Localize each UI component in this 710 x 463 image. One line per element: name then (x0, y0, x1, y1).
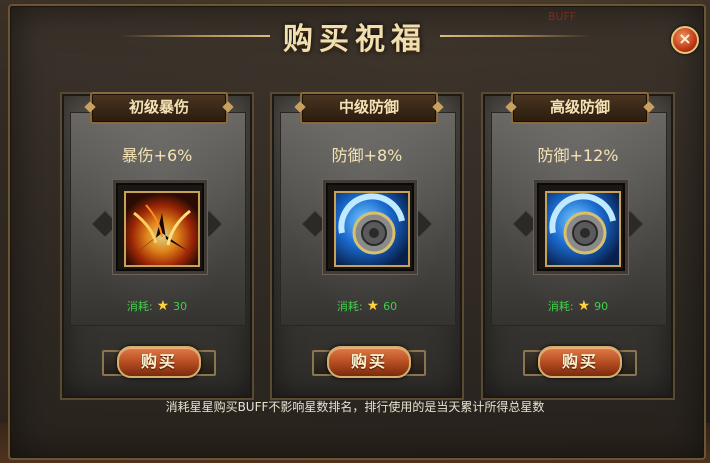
blue-shield-icon (545, 191, 621, 267)
card-icon-slot (528, 174, 628, 274)
buff-label: BUFF (548, 10, 577, 23)
card-cost: 消耗: ★ 60 (272, 298, 462, 314)
star-icon: ★ (577, 298, 591, 314)
blue-shield-icon (334, 191, 410, 267)
buff-card-defense-high: 高级防御 防御+12% 消耗: ★ 90 购买 (481, 92, 675, 400)
buy-label[interactable]: 购买 (117, 346, 201, 378)
card-cost: 消耗: ★ 30 (62, 298, 252, 314)
icon-frame (323, 180, 417, 274)
cost-value: 60 (383, 300, 398, 313)
title-bar: 购买祝福 (0, 0, 710, 70)
icon-frame (534, 180, 628, 274)
card-icon-slot (317, 174, 417, 274)
card-bonus: 防御+8% (331, 146, 403, 165)
cost-label: 消耗: (547, 300, 574, 313)
footer-note: 消耗星星购买BUFF不影响星数排名，排行使用的是当天累计所得总星数 (165, 400, 545, 414)
buy-label[interactable]: 购买 (327, 346, 411, 378)
card-bonus: 防御+12% (537, 146, 619, 165)
dialog-title: 购买祝福 (283, 22, 427, 57)
card-icon-slot (107, 174, 207, 274)
buy-button-defense-mid[interactable]: 购买 (312, 344, 426, 378)
card-cost: 消耗: ★ 90 (483, 298, 673, 314)
cost-value: 30 (173, 300, 188, 313)
close-icon: × (678, 29, 692, 48)
star-icon: ★ (156, 298, 170, 314)
cost-label: 消耗: (126, 300, 153, 313)
cost-label: 消耗: (336, 300, 363, 313)
buy-button-crit[interactable]: 购买 (102, 344, 216, 378)
card-bonus: 暴伤+6% (121, 146, 193, 165)
star-icon: ★ (366, 298, 380, 314)
card-title: 初级暴伤 (90, 92, 228, 124)
cost-value: 90 (594, 300, 609, 313)
buy-button-defense-high[interactable]: 购买 (523, 344, 637, 378)
icon-frame (113, 180, 207, 274)
card-title: 高级防御 (511, 92, 649, 124)
card-title: 中级防御 (300, 92, 438, 124)
fire-slash-icon (124, 191, 200, 267)
buff-card-crit: 初级暴伤 暴伤+6% 消耗: ★ 30 购买 (60, 92, 254, 400)
buff-card-defense-mid: 中级防御 防御+8% 消耗: ★ 60 购买 (270, 92, 464, 400)
buy-label[interactable]: 购买 (538, 346, 622, 378)
close-button[interactable]: × (671, 26, 699, 54)
